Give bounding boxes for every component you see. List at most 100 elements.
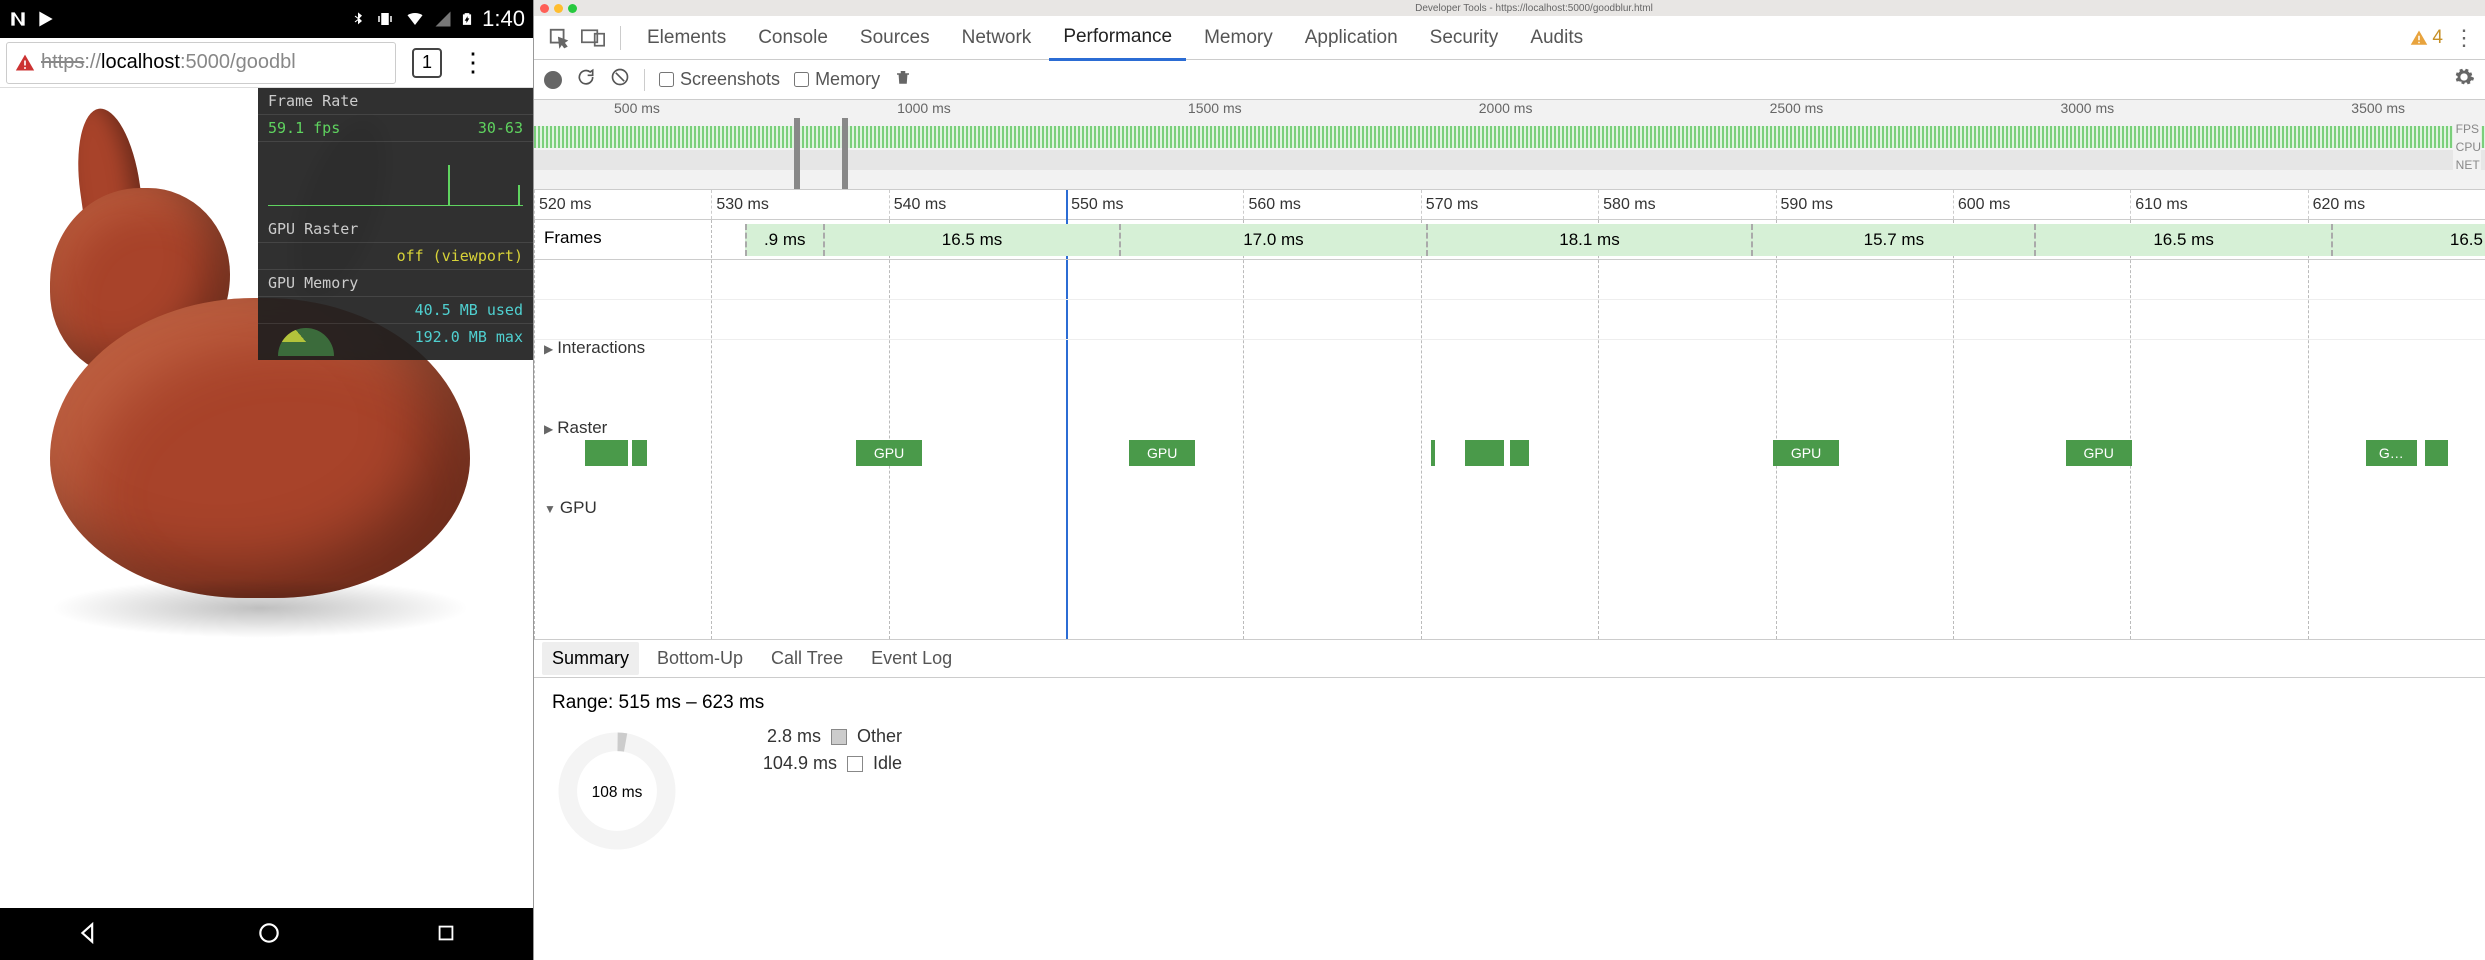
summary-tab-bottom-up[interactable]: Bottom-Up: [647, 642, 753, 675]
traffic-min[interactable]: [554, 4, 563, 13]
gpu-slice[interactable]: GPU: [1129, 440, 1195, 466]
frame-slice[interactable]: 18.1 ms: [1426, 224, 1752, 256]
gpu-slice[interactable]: [585, 440, 628, 466]
frame-slice[interactable]: 16.5 ms: [823, 224, 1120, 256]
overview-tick: 1500 ms: [1188, 100, 1242, 116]
device-toggle-icon[interactable]: [578, 23, 608, 53]
recents-button[interactable]: [435, 922, 457, 947]
gpu-slice[interactable]: G…: [2366, 440, 2417, 466]
frame-slice[interactable]: 16.5 ms: [2034, 224, 2331, 256]
signal-icon: [434, 10, 452, 28]
range-text: Range: 515 ms – 623 ms: [552, 692, 2467, 714]
insecure-icon: [15, 53, 35, 73]
bluetooth-icon: [350, 10, 366, 28]
overview-lane-label: NET: [2456, 158, 2481, 172]
fps-value: 59.1 fps: [268, 119, 340, 137]
gpu-slice[interactable]: GPU: [1773, 440, 1839, 466]
ruler-tick: 590 ms: [1776, 190, 1953, 219]
tab-elements[interactable]: Elements: [633, 17, 740, 59]
flamechart[interactable]: 520 ms530 ms540 ms550 ms560 ms570 ms580 …: [534, 190, 2485, 640]
tab-switcher[interactable]: 1: [412, 48, 442, 78]
summary-tab-summary[interactable]: Summary: [542, 642, 639, 675]
android-statusbar: 1:40: [0, 0, 533, 38]
frame-slice[interactable]: 16.5 ms: [2331, 224, 2485, 256]
gpu-memory-label: GPU Memory: [268, 274, 358, 292]
gpu-slice[interactable]: GPU: [2066, 440, 2132, 466]
overview-selection[interactable]: [794, 118, 848, 189]
framerate-label: Frame Rate: [268, 92, 358, 110]
tab-security[interactable]: Security: [1416, 17, 1513, 59]
phone-frame: 1:40 https://localhost:5000/goodbl 1 ⋮ F…: [0, 0, 533, 960]
window-title: Developer Tools - https://localhost:5000…: [1415, 3, 1653, 14]
overview-tick: 3500 ms: [2351, 100, 2405, 116]
browser-addressbar: https://localhost:5000/goodbl 1 ⋮: [0, 38, 533, 88]
page-viewport: Frame Rate 59.1 fps 30-63 GPU Raster off …: [0, 88, 533, 908]
overview-timeline[interactable]: 500 ms1000 ms1500 ms2000 ms2500 ms3000 m…: [534, 100, 2485, 190]
ruler-tick: 540 ms: [889, 190, 1066, 219]
memory-checkbox[interactable]: Memory: [794, 69, 880, 90]
summary-tab-call tree[interactable]: Call Tree: [761, 642, 853, 675]
overview-lane-label: CPU: [2456, 140, 2481, 154]
tab-sources[interactable]: Sources: [846, 17, 944, 59]
tab-console[interactable]: Console: [744, 17, 842, 59]
gc-button[interactable]: [894, 67, 912, 92]
ruler-tick: 600 ms: [1953, 190, 2130, 219]
warnings-badge[interactable]: 4: [2410, 27, 2443, 49]
android-navbar: [0, 908, 533, 960]
frames-track-label: Frames: [544, 228, 602, 248]
devtools-menu-icon[interactable]: ⋮: [2453, 25, 2475, 51]
summary-tab-event log[interactable]: Event Log: [861, 642, 962, 675]
gpu-slice[interactable]: [632, 440, 648, 466]
tab-audits[interactable]: Audits: [1516, 17, 1597, 59]
back-button[interactable]: [77, 920, 103, 949]
tab-memory[interactable]: Memory: [1190, 17, 1287, 59]
legend-row: 104.9 msIdle: [702, 753, 902, 774]
gpu-track-label: GPU: [560, 498, 597, 518]
gpu-mem-used: 40.5 MB used: [415, 301, 523, 319]
frame-slice[interactable]: .9 ms: [745, 224, 823, 256]
settings-icon[interactable]: [2453, 66, 2475, 93]
url-box[interactable]: https://localhost:5000/goodbl: [6, 42, 396, 84]
n-icon: [8, 9, 28, 29]
perf-overlay: Frame Rate 59.1 fps 30-63 GPU Raster off …: [258, 88, 533, 360]
screenshots-checkbox[interactable]: Screenshots: [659, 69, 780, 90]
devtools-window: Developer Tools - https://localhost:5000…: [533, 0, 2485, 960]
gpu-slice[interactable]: [2425, 440, 2448, 466]
home-button[interactable]: [256, 920, 282, 949]
gpu-slice[interactable]: GPU: [856, 440, 922, 466]
battery-icon: [460, 9, 474, 29]
gpu-slice[interactable]: [1510, 440, 1530, 466]
browser-menu[interactable]: ⋮: [460, 47, 486, 78]
reload-button[interactable]: [576, 67, 596, 92]
frame-slice[interactable]: 15.7 ms: [1751, 224, 2034, 256]
summary-donut: 108 ms: [552, 726, 682, 856]
clock: 1:40: [482, 6, 525, 32]
gpu-slice[interactable]: [1465, 440, 1504, 466]
summary-panel: SummaryBottom-UpCall TreeEvent Log Range…: [534, 640, 2485, 960]
overview-tick: 2000 ms: [1479, 100, 1533, 116]
clear-button[interactable]: [610, 67, 630, 92]
record-button[interactable]: [544, 71, 562, 89]
collapse-icon[interactable]: [544, 498, 556, 518]
frame-slice[interactable]: 17.0 ms: [1119, 224, 1425, 256]
traffic-max[interactable]: [568, 4, 577, 13]
tab-network[interactable]: Network: [948, 17, 1046, 59]
window-titlebar: Developer Tools - https://localhost:5000…: [534, 0, 2485, 16]
gpu-slice[interactable]: [1431, 440, 1435, 466]
mem-gauge: [278, 328, 334, 356]
gpu-raster-value: off (viewport): [397, 247, 523, 265]
vibrate-icon: [374, 10, 396, 28]
inspect-icon[interactable]: [544, 23, 574, 53]
gpu-mem-max: 192.0 MB max: [415, 328, 523, 356]
legend-row: 2.8 msOther: [702, 726, 902, 747]
ruler-tick: 560 ms: [1243, 190, 1420, 219]
gpu-raster-label: GPU Raster: [268, 220, 358, 238]
ruler-tick: 520 ms: [534, 190, 711, 219]
traffic-close[interactable]: [540, 4, 549, 13]
ruler-tick: 550 ms: [1066, 190, 1243, 219]
fps-range: 30-63: [478, 119, 523, 137]
ruler-tick: 530 ms: [711, 190, 888, 219]
tab-performance[interactable]: Performance: [1049, 16, 1186, 61]
tab-application[interactable]: Application: [1291, 17, 1412, 59]
perf-toolbar: Screenshots Memory: [534, 60, 2485, 100]
